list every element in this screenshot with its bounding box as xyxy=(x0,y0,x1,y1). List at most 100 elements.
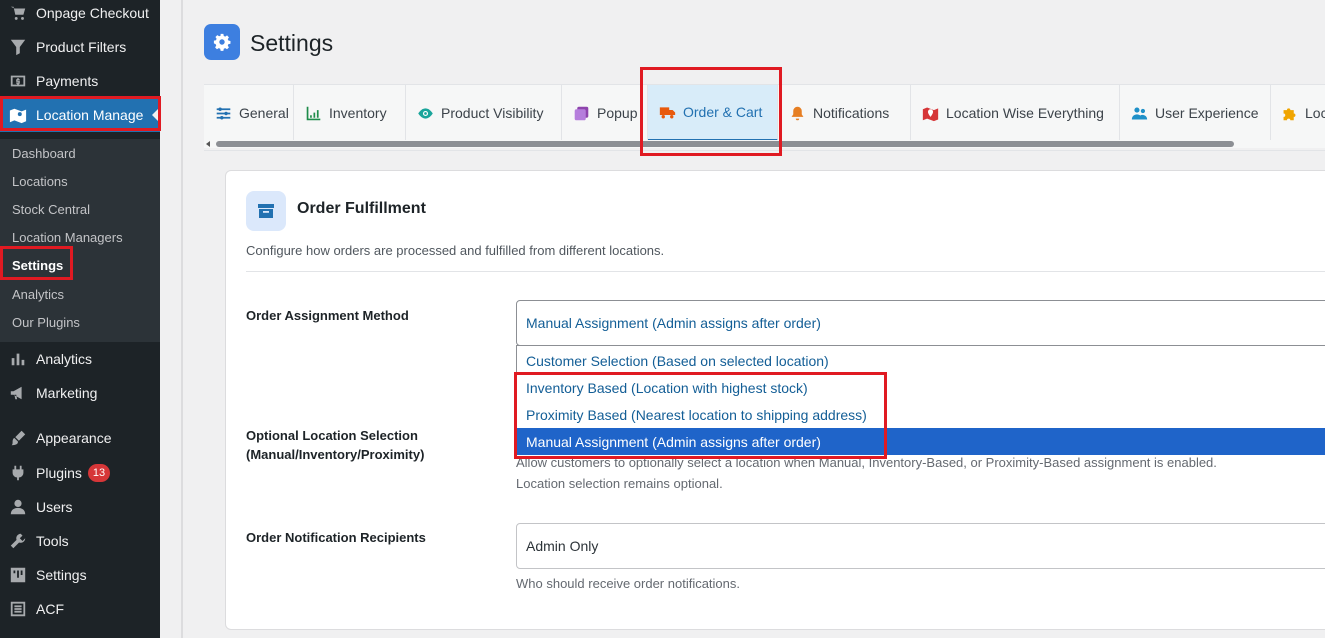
menu-product-filters[interactable]: Product Filters xyxy=(0,30,160,64)
optional-location-help-line2: Location selection remains optional. xyxy=(516,476,723,491)
current-menu-arrow xyxy=(152,107,160,123)
map-marker-icon xyxy=(921,104,939,122)
menu-plugins[interactable]: Plugins 13 xyxy=(0,456,160,490)
menu-tools[interactable]: Tools xyxy=(0,524,160,558)
assignment-method-label: Order Assignment Method xyxy=(246,308,409,323)
menu-label: Payments xyxy=(36,73,99,89)
menu-location-manage[interactable]: Location Manage xyxy=(0,98,160,132)
tab-product-visibility[interactable]: Product Visibility xyxy=(406,85,562,141)
tab-label: Loc xyxy=(1305,105,1325,121)
assignment-method-select[interactable]: Manual Assignment (Admin assigns after o… xyxy=(516,300,1325,346)
option-inventory-based[interactable]: Inventory Based (Location with highest s… xyxy=(517,374,1325,401)
menu-marketing[interactable]: Marketing xyxy=(0,376,160,410)
card-title: Order Fulfillment xyxy=(297,200,426,217)
menu-label: Settings xyxy=(36,567,87,583)
chart-icon xyxy=(304,104,322,122)
page-title: Settings xyxy=(250,30,334,56)
notification-recipients-label: Order Notification Recipients xyxy=(246,530,426,545)
tab-popup[interactable]: Popup xyxy=(562,85,648,141)
tab-location-wise-everything[interactable]: Location Wise Everything xyxy=(911,85,1120,141)
menu-users[interactable]: Users xyxy=(0,490,160,524)
menu-label: ACF xyxy=(36,601,64,617)
tabs-scrollbar[interactable] xyxy=(204,140,1325,148)
bell-icon xyxy=(788,104,806,122)
notification-recipients-help: Who should receive order notifications. xyxy=(516,576,741,591)
submenu-our-plugins[interactable]: Our Plugins xyxy=(12,315,80,330)
tab-label: General xyxy=(239,105,289,121)
menu-onpage-checkout[interactable]: Onpage Checkout xyxy=(0,0,160,30)
tab-label: Order & Cart xyxy=(683,104,763,120)
optional-location-label-line2: (Manual/Inventory/Proximity) xyxy=(246,447,425,462)
tabs-divider xyxy=(204,150,1325,151)
settings-tabs: General Inventory Product Visibility Pop… xyxy=(204,84,1325,141)
tab-general[interactable]: General xyxy=(204,85,294,141)
location-manage-submenu: Dashboard Locations Stock Central Locati… xyxy=(0,139,160,342)
tab-notifications[interactable]: Notifications xyxy=(778,85,911,141)
menu-acf[interactable]: ACF xyxy=(0,592,160,626)
truck-icon xyxy=(658,103,676,121)
menu-label: Location Manage xyxy=(36,107,144,123)
menu-label: Analytics xyxy=(36,351,93,367)
tab-user-experience[interactable]: User Experience xyxy=(1120,85,1271,141)
bar-chart-icon xyxy=(0,350,36,368)
menu-settings[interactable]: Settings xyxy=(0,558,160,592)
plugin-icon xyxy=(0,464,36,482)
menu-appearance[interactable]: Appearance xyxy=(0,421,160,455)
megaphone-icon xyxy=(0,384,36,402)
submenu-analytics[interactable]: Analytics xyxy=(12,287,64,302)
notification-recipients-select[interactable]: Admin Only xyxy=(516,523,1325,569)
menu-label: Users xyxy=(36,499,73,515)
acf-icon xyxy=(0,600,36,618)
puzzle-icon xyxy=(1281,104,1298,122)
filter-icon xyxy=(0,38,36,56)
submenu-settings[interactable]: Settings xyxy=(12,258,63,273)
optional-location-help: Allow customers to optionally select a l… xyxy=(516,452,1217,494)
tab-label: Inventory xyxy=(329,105,387,121)
assignment-method-options: Customer Selection (Based on selected lo… xyxy=(516,345,1325,455)
tab-inventory[interactable]: Inventory xyxy=(294,85,406,141)
sliders-icon xyxy=(0,566,36,584)
assignment-method-value: Manual Assignment (Admin assigns after o… xyxy=(526,315,821,331)
payments-icon xyxy=(0,72,36,90)
optional-location-help-line1: Allow customers to optionally select a l… xyxy=(516,455,1217,470)
tab-label: Notifications xyxy=(813,105,890,121)
sliders-icon xyxy=(214,104,232,122)
window-icon xyxy=(572,104,590,122)
settings-gear-icon xyxy=(204,24,240,60)
menu-analytics[interactable]: Analytics xyxy=(0,342,160,376)
users-icon xyxy=(0,498,36,516)
tab-label: Location Wise Everything xyxy=(946,105,1104,121)
option-manual-assignment[interactable]: Manual Assignment (Admin assigns after o… xyxy=(517,428,1325,455)
eye-icon xyxy=(416,104,434,122)
paintbrush-icon xyxy=(0,429,36,447)
menu-label: Product Filters xyxy=(36,39,127,55)
submenu-location-managers[interactable]: Location Managers xyxy=(12,230,123,245)
option-proximity-based[interactable]: Proximity Based (Nearest location to shi… xyxy=(517,401,1325,428)
tab-order-cart[interactable]: Order & Cart xyxy=(648,85,778,141)
menu-label: Plugins xyxy=(36,465,82,481)
menu-label: Onpage Checkout xyxy=(36,5,149,21)
wrench-icon xyxy=(0,532,36,550)
submenu-stock-central[interactable]: Stock Central xyxy=(12,202,90,217)
option-customer-selection[interactable]: Customer Selection (Based on selected lo… xyxy=(517,347,1325,374)
submenu-dashboard[interactable]: Dashboard xyxy=(12,146,76,161)
optional-location-label-line1: Optional Location Selection xyxy=(246,428,418,443)
card-divider xyxy=(246,271,1325,272)
menu-label: Tools xyxy=(36,533,69,549)
tab-label: Popup xyxy=(597,105,638,121)
submenu-locations[interactable]: Locations xyxy=(12,174,68,189)
scroll-left-arrow-icon[interactable] xyxy=(206,141,210,147)
menu-payments[interactable]: Payments xyxy=(0,64,160,98)
scrollbar-thumb[interactable] xyxy=(216,141,1234,147)
menu-label: Marketing xyxy=(36,385,98,401)
admin-sidebar: Onpage Checkout Product Filters Payments… xyxy=(0,0,160,638)
plugins-update-badge: 13 xyxy=(87,464,111,482)
tab-label: User Experience xyxy=(1155,105,1259,121)
main-content: Settings General Inventory Product Visib… xyxy=(183,0,1325,638)
menu-label: Appearance xyxy=(36,430,112,446)
card-description: Configure how orders are processed and f… xyxy=(246,243,665,258)
tab-loc-partial[interactable]: Loc xyxy=(1271,85,1325,141)
order-fulfillment-card: Order Fulfillment Configure how orders a… xyxy=(225,170,1325,630)
cart-icon xyxy=(0,4,36,22)
archive-box-icon xyxy=(246,191,286,231)
